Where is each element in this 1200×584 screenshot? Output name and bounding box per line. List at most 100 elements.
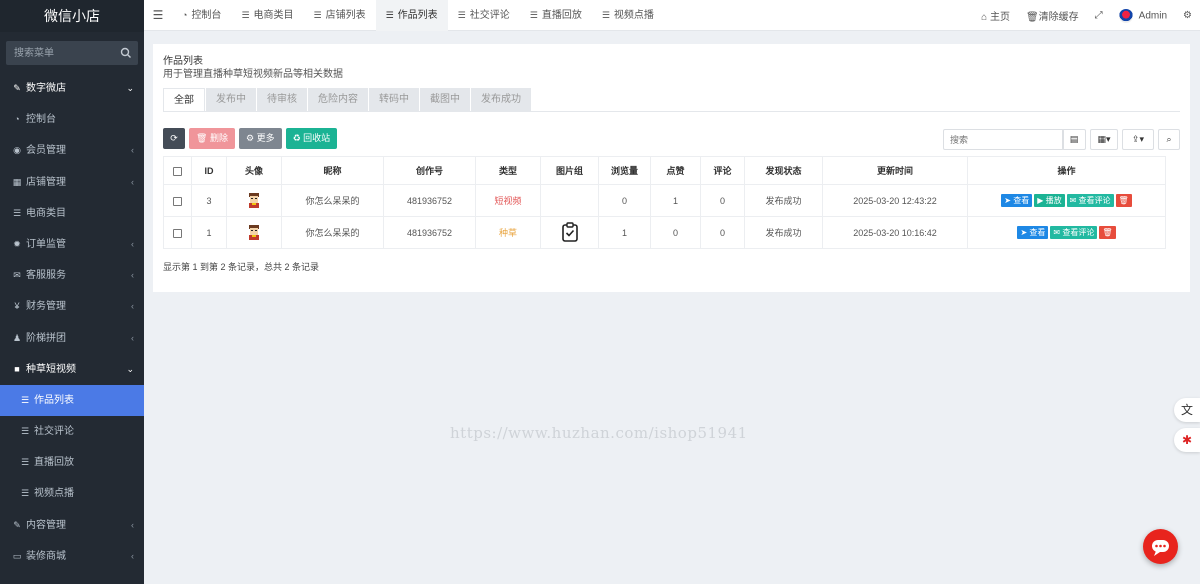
row-action-button[interactable]: ▶ 播放 xyxy=(1034,194,1065,207)
caret-icon: ‹ xyxy=(131,519,134,530)
sidebar-item[interactable]: ◔ 控制台 xyxy=(0,104,144,135)
row-action-button[interactable]: ➤ 查看 xyxy=(1017,226,1049,239)
sidebar-item[interactable]: ✹ 订单监管 ‹ xyxy=(0,229,144,260)
delete-button[interactable]: 🗑 删除 xyxy=(189,128,235,149)
row-checkbox[interactable] xyxy=(173,228,182,238)
table-row[interactable]: 3 你怎么呆呆的 481936752 短视频 0 1 0 发布成功 2025-03-20 12:… xyxy=(163,184,1166,217)
sidebar-item[interactable]: ✎ 数字微店 ⌄ xyxy=(0,73,144,104)
table-search-input[interactable] xyxy=(944,130,1063,149)
more-button[interactable]: ⚙ 更多 xyxy=(238,128,282,149)
sidebar-item[interactable]: ☰ 视频点播 xyxy=(0,478,144,509)
menu-toggle-icon[interactable]: ☰ xyxy=(144,0,172,31)
sidebar-item[interactable]: ▭ 装修商城 ‹ xyxy=(0,541,144,572)
sidebar-item-label: 数字微店 xyxy=(26,83,66,94)
top-tab[interactable]: ☰ 直播回放 xyxy=(520,0,592,31)
caret-icon: ⌄ xyxy=(126,83,134,93)
row-action-button[interactable]: ✉ 查看评论 xyxy=(1050,226,1098,239)
chat-button[interactable] xyxy=(1143,529,1178,564)
row-delete-button[interactable]: 🗑 xyxy=(1099,226,1116,239)
recycle-label: 回收站 xyxy=(303,133,331,143)
sidebar-item-label: 直播回放 xyxy=(34,457,74,469)
home-label: 主页 xyxy=(989,12,1010,23)
select-all-checkbox[interactable] xyxy=(173,166,182,176)
user-name: Admin xyxy=(1138,10,1168,22)
sidebar-item[interactable]: ✉ 客服服务 ‹ xyxy=(0,260,144,291)
export-button[interactable]: ⇪▾ xyxy=(1122,129,1154,150)
network-icon[interactable]: ✱ xyxy=(1174,428,1200,452)
top-tab[interactable]: ☰ 视频点播 xyxy=(592,0,664,31)
sidebar-item[interactable]: ☰ 社交评论 xyxy=(0,416,144,447)
caret-icon: ‹ xyxy=(131,176,134,187)
top-tab[interactable]: ☰ 作品列表 xyxy=(375,0,448,31)
refresh-icon: ⟳ xyxy=(170,133,178,143)
action-label: 查看评论 xyxy=(1078,196,1111,205)
menu-icon: ✹ xyxy=(13,238,21,249)
sidebar-item[interactable]: ♟ 阶梯拼团 ‹ xyxy=(0,323,144,354)
row-select-cell[interactable] xyxy=(163,184,192,217)
status-tab[interactable]: 转码中 xyxy=(369,88,419,112)
table-row[interactable]: 1 你怎么呆呆的 481936752 种草 1 0 0 发布成功 2025-03-20 10:1… xyxy=(163,216,1166,249)
columns-button[interactable]: ▦▾ xyxy=(1090,129,1118,150)
home-link[interactable]: ⌂ 主页 xyxy=(973,8,1018,23)
caret-icon: ‹ xyxy=(131,550,134,561)
menu-icon: ✎ xyxy=(13,519,21,530)
refresh-button[interactable]: ⟳ xyxy=(163,128,185,149)
row-delete-button[interactable]: 🗑 xyxy=(1115,194,1132,207)
row-action-button[interactable]: ➤ 查看 xyxy=(1001,194,1033,207)
row-select-cell[interactable] xyxy=(163,216,192,249)
sidebar-item-label: 控制台 xyxy=(26,114,56,126)
image-group-cell xyxy=(540,216,599,249)
tab-icon: ☰ xyxy=(241,10,250,20)
app-logo[interactable]: 微信小店 xyxy=(0,0,144,32)
trash-icon: 🗑 xyxy=(1118,196,1129,205)
comments-cell: 0 xyxy=(700,184,745,217)
sidebar-item[interactable]: ✎ 内容管理 ‹ xyxy=(0,510,144,541)
clear-cache-link[interactable]: 🗑清除缓存 xyxy=(1018,8,1087,23)
row-action-button[interactable]: ✉ 查看评论 xyxy=(1066,194,1114,207)
action-icon: ✉ xyxy=(1069,196,1077,205)
search-icon[interactable] xyxy=(120,47,132,59)
more-label: 更多 xyxy=(256,133,275,143)
toggle-view-button[interactable]: ▤ xyxy=(1062,129,1086,150)
action-icon: ➤ xyxy=(1004,196,1011,205)
sidebar-item[interactable]: ▦ 店铺管理 ‹ xyxy=(0,167,144,198)
status-tab[interactable]: 危险内容 xyxy=(308,88,368,112)
status-tab[interactable]: 发布中 xyxy=(206,88,256,112)
sidebar-item[interactable]: ☰ 电商类目 xyxy=(0,198,144,229)
select-all-cell[interactable] xyxy=(163,156,192,185)
sidebar-item[interactable]: ◉ 会员管理 ‹ xyxy=(0,135,144,166)
user-avatar-image xyxy=(249,224,259,240)
status-tab[interactable]: 发布成功 xyxy=(471,88,531,112)
menu-icon: ▭ xyxy=(12,550,22,561)
sidebar-item[interactable]: ■ 种草短视频 ⌄ xyxy=(0,354,144,385)
search-icon: ⌕ xyxy=(1166,134,1172,144)
menu-icon: ☰ xyxy=(20,394,30,405)
sidebar-item[interactable]: ☰ 作品列表 xyxy=(0,384,144,417)
translate-icon[interactable]: 文 xyxy=(1174,398,1200,422)
sidebar-item-label: 社交评论 xyxy=(34,426,74,438)
column-header: 更新时间 xyxy=(822,156,968,185)
sidebar-item-label: 会员管理 xyxy=(26,145,66,157)
top-tab[interactable]: ☰ 店铺列表 xyxy=(304,0,376,31)
fullscreen-icon[interactable]: ⤢ xyxy=(1087,10,1111,21)
top-tab[interactable]: ◔ 控制台 xyxy=(172,0,231,31)
user-menu[interactable]: Admin xyxy=(1111,8,1175,23)
top-tab[interactable]: ☰ 社交评论 xyxy=(448,0,520,31)
column-header: 昵称 xyxy=(281,156,384,185)
gear-icon[interactable]: ⚙ xyxy=(1175,10,1200,21)
menu-icon: ☰ xyxy=(20,426,30,437)
status-tab[interactable]: 全部 xyxy=(163,88,205,112)
sidebar-item[interactable]: ¥ 财务管理 ‹ xyxy=(0,291,144,322)
watermark: https://www.huzhan.com/ishop51941 xyxy=(450,424,748,442)
status-tab[interactable]: 截图中 xyxy=(420,88,470,112)
search-toggle-button[interactable]: ⌕ xyxy=(1158,129,1180,150)
comments-cell: 0 xyxy=(700,216,745,249)
menu-search-input[interactable] xyxy=(6,41,138,65)
sidebar-item[interactable]: ☰ 直播回放 xyxy=(0,447,144,478)
row-checkbox[interactable] xyxy=(173,196,182,206)
clipboard-icon[interactable] xyxy=(561,221,579,242)
top-tab[interactable]: ☰ 电商类目 xyxy=(231,0,303,31)
trash-icon: 🗑 xyxy=(1102,228,1113,237)
status-tab[interactable]: 待审核 xyxy=(257,88,307,112)
recycle-button[interactable]: ♻ 回收站 xyxy=(285,128,338,149)
